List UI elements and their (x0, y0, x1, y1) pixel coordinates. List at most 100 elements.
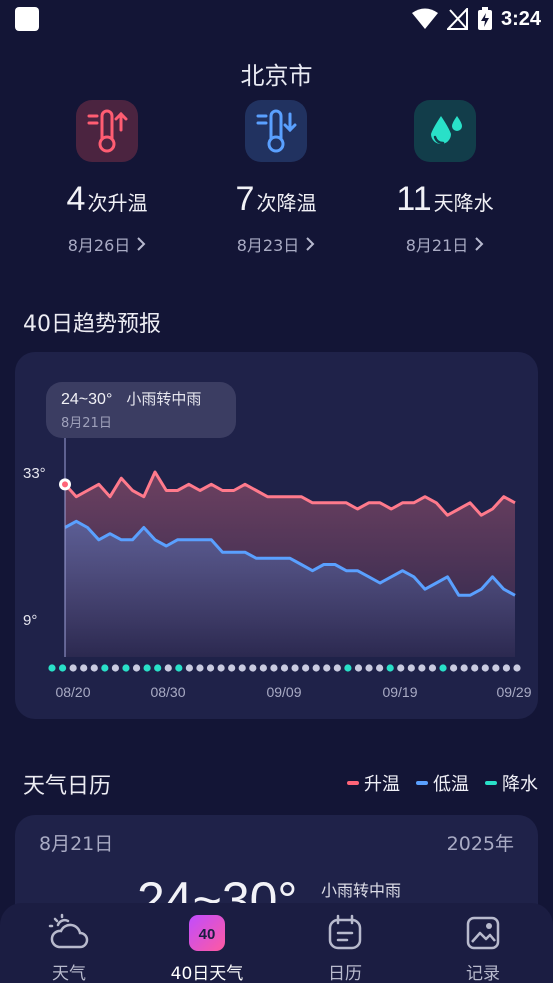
signal-off-icon (446, 8, 468, 30)
legend-label: 低温 (433, 774, 469, 795)
legend-label: 降水 (502, 774, 538, 795)
precip-dot (228, 664, 236, 672)
precip-dot (132, 664, 141, 672)
y-tick-label: 33° (23, 465, 46, 482)
precip-dot (238, 664, 246, 672)
precip-dot (302, 664, 310, 672)
nav-label: 记录 (466, 964, 500, 983)
precip-dot (122, 664, 130, 672)
chevron-right-icon (306, 237, 315, 251)
precip-dot (513, 664, 521, 672)
stats-row: 4 次升温 8月26日 7 次降温 8月23日 11 天降水 8月21日 (0, 100, 553, 270)
precip-dot (164, 664, 172, 672)
x-tick-label: 08/20 (55, 684, 90, 700)
precip-dot (492, 664, 500, 672)
chevron-right-icon (137, 237, 146, 251)
precip-dot (397, 664, 405, 672)
calendar-year: 2025年 (446, 833, 514, 855)
x-tick-label: 09/09 (266, 684, 301, 700)
precip-dot (418, 664, 426, 672)
40-day-badge-icon: 40 (189, 915, 225, 951)
trend-chart-card[interactable]: 33° 9° 08/20 08/30 09/09 09/19 09/29 24~30° 小雨转… (15, 352, 538, 719)
chart-tooltip: 24~30° 小雨转中雨 8月21日 (46, 382, 236, 438)
precip-dot (471, 664, 479, 672)
thermometer-up-icon (76, 100, 138, 162)
tooltip-weather: 小雨转中雨 (126, 390, 202, 408)
wifi-icon (411, 8, 438, 29)
precip-dot (439, 664, 447, 672)
stat-unit: 天降水 (433, 191, 494, 215)
stat-date: 8月21日 (405, 236, 469, 255)
precip-dot (143, 664, 151, 672)
stat-precipitation[interactable]: 11 天降水 8月21日 (355, 100, 535, 256)
stat-count: 4 (66, 180, 86, 218)
precip-dot (291, 664, 299, 672)
precip-dot (101, 664, 109, 672)
legend-mark (416, 781, 428, 785)
precip-dot (217, 664, 225, 672)
calendar-icon (328, 914, 362, 950)
y-tick-label: 9° (23, 612, 37, 629)
precip-dot (312, 664, 320, 672)
stat-warming[interactable]: 4 次升温 8月26日 (17, 100, 197, 256)
legend-mark (485, 781, 497, 785)
precip-dot (365, 664, 373, 672)
legend-item-warm: 升温 (347, 770, 400, 796)
precip-dot (111, 664, 120, 672)
precip-dot (270, 664, 278, 672)
precip-dot (69, 664, 77, 672)
stat-unit: 次升温 (87, 191, 148, 215)
precip-dot (376, 664, 384, 672)
trend-title: 40日趋势预报 (23, 312, 161, 337)
legend-item-cool: 低温 (416, 770, 469, 796)
legend-label: 升温 (364, 774, 400, 795)
legend-item-rain: 降水 (485, 770, 538, 796)
clock: 3:24 (500, 7, 541, 30)
city-name: 北京市 (240, 62, 313, 90)
tooltip-temp-range: 24~30° (61, 391, 113, 408)
nav-item-records[interactable]: 记录 (428, 903, 538, 983)
stat-count: 7 (235, 180, 255, 218)
precip-dot (323, 664, 331, 672)
precip-dot (344, 664, 352, 672)
nav-label: 日历 (328, 964, 362, 983)
thermometer-down-icon (245, 100, 307, 162)
nav-item-40day[interactable]: 40 40日天气 (152, 903, 262, 983)
precip-dot (58, 664, 67, 672)
battery-charging-icon (477, 7, 492, 30)
precip-dot (175, 664, 183, 672)
precip-dot (154, 664, 162, 672)
notification-icon (15, 7, 39, 31)
precip-dot (407, 664, 415, 672)
precip-dot (386, 664, 394, 672)
tooltip-date: 8月21日 (61, 416, 112, 431)
precip-dot (206, 664, 215, 672)
calendar-weather: 小雨转中雨 (321, 881, 402, 900)
precip-dot (196, 664, 204, 672)
stat-date: 8月23日 (236, 236, 300, 255)
image-record-icon (466, 916, 500, 950)
stat-cooling[interactable]: 7 次降温 8月23日 (186, 100, 366, 256)
precip-dot (428, 664, 437, 672)
precip-dot (185, 664, 193, 672)
x-tick-label: 09/29 (496, 684, 531, 700)
nav-label: 天气 (52, 964, 86, 983)
precip-dot (449, 664, 458, 672)
svg-text:40: 40 (199, 926, 216, 943)
nav-label: 40日天气 (170, 964, 244, 983)
precip-dot (460, 664, 468, 672)
precip-dot (502, 664, 511, 672)
bottom-nav: 天气 40 40日天气 日历 记录 (0, 903, 553, 983)
precip-dot (354, 664, 363, 672)
calendar-date: 8月21日 (39, 833, 114, 855)
cloud-sun-icon (48, 913, 89, 949)
precip-dot (259, 664, 267, 672)
stat-unit: 次降温 (256, 191, 317, 215)
precip-dot (280, 664, 289, 672)
calendar-title: 天气日历 (23, 774, 112, 799)
x-tick-label: 09/19 (382, 684, 417, 700)
chevron-right-icon (475, 237, 484, 251)
status-bar: 3:24 (0, 0, 553, 40)
nav-item-calendar[interactable]: 日历 (290, 903, 400, 983)
nav-item-weather[interactable]: 天气 (14, 903, 124, 983)
